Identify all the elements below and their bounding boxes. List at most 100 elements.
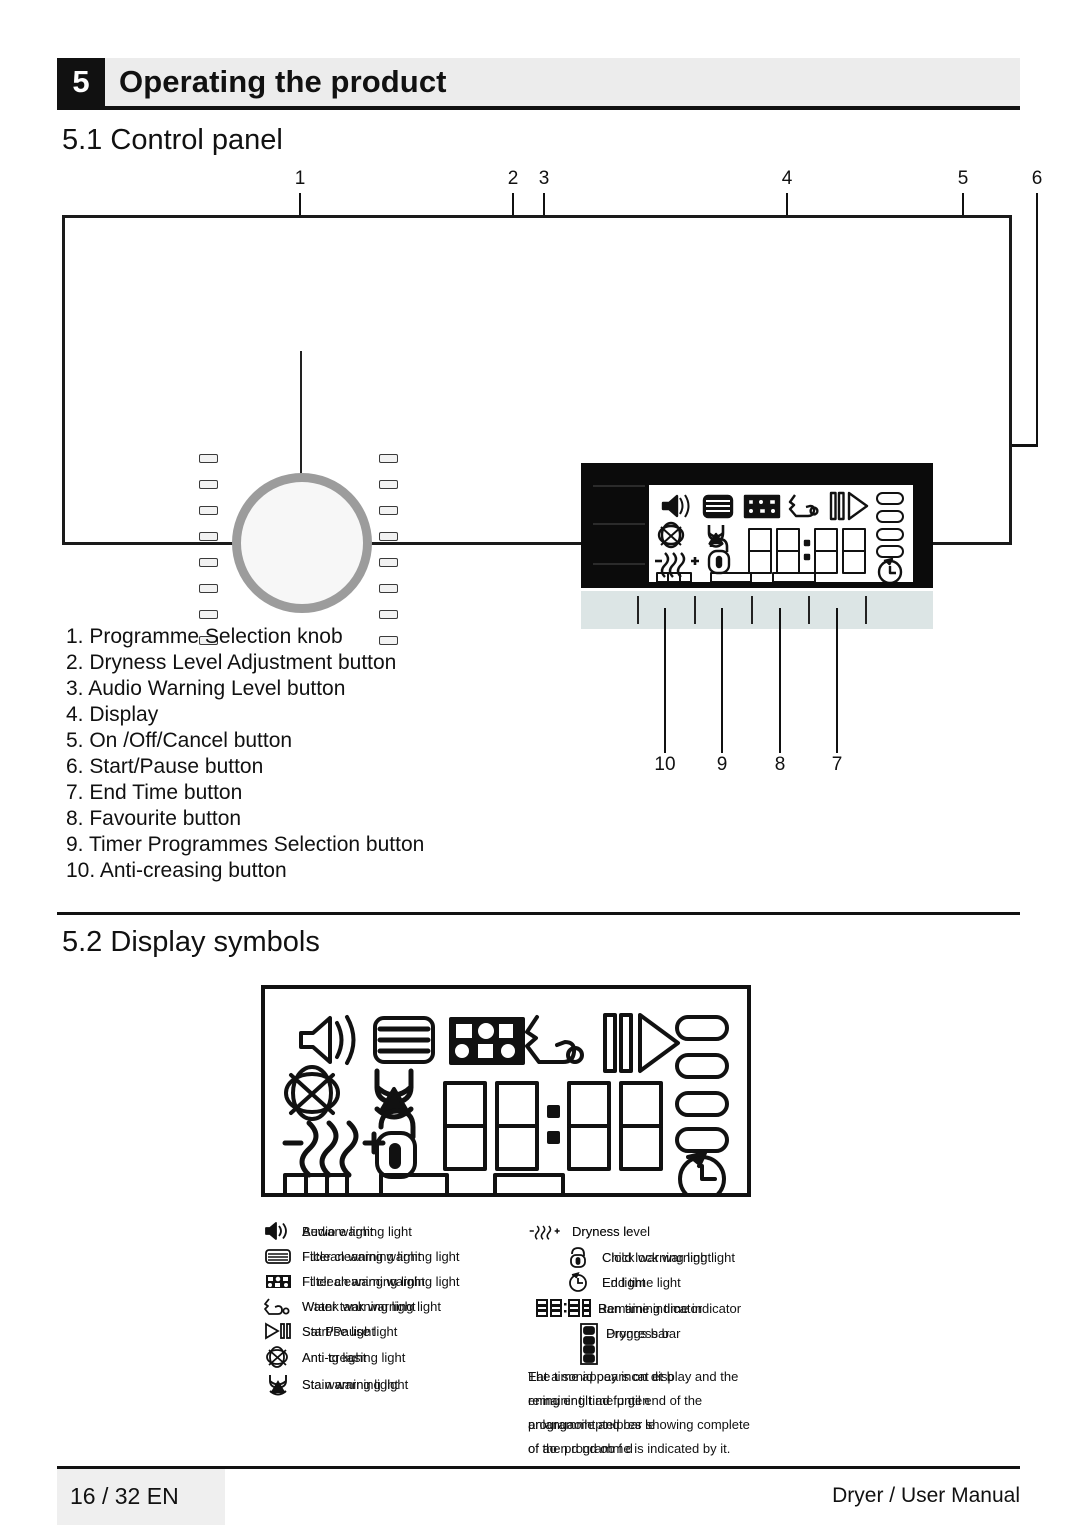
leader-line-7: [836, 608, 838, 753]
button-separator-2: [694, 596, 696, 624]
legend-note-line: The time appears on display and the Eat a…: [528, 1369, 739, 1384]
display-screen-glyphs: [655, 491, 904, 582]
legend-note-overprint: anlangaoihtptelpres le: [528, 1417, 656, 1432]
legend-item-audio-warning: Audio warning light Beware light: [258, 1218, 412, 1244]
section-heading-display-symbols: 5.2 Display symbols: [62, 926, 320, 958]
dryness-level-icon: [282, 1120, 386, 1178]
legend-overprint: Sat Pse light: [302, 1323, 375, 1339]
legend-note-overprint: ening er tilt ad fp gen: [528, 1393, 650, 1408]
list-item: 3. Audio Warning Level button: [66, 677, 346, 700]
section-divider: [57, 912, 1020, 915]
knob-led-right-2: [379, 480, 398, 489]
knob-led-right-4: [379, 532, 398, 541]
legend-label: Anti-creasing light Anti tg light: [302, 1349, 406, 1365]
lock-icon: [558, 1244, 598, 1270]
knob-led-right-6: [379, 584, 398, 593]
legend-item-end-time: End time light Ed light: [558, 1269, 681, 1295]
knob-led-right-1: [379, 454, 398, 463]
anti-creasing-icon: [284, 1065, 340, 1121]
legend-item-anti-creasing: Anti-creasing light Anti tg light: [258, 1344, 405, 1370]
legend-overprint: Ed light: [602, 1274, 646, 1290]
legend-label: Dryness level Dryness le: [572, 1223, 651, 1239]
leader-line-8: [779, 608, 781, 753]
filter-warning-icon: [258, 1243, 298, 1269]
speaker-warning-icon: [258, 1218, 298, 1244]
leader-line-6-vert: [1036, 193, 1038, 446]
legend-note-line: remaining time until end of the ening er …: [528, 1393, 703, 1408]
legend-overprint: Wtank warning light: [302, 1298, 416, 1314]
water-tank-icon: [525, 1015, 584, 1064]
callout-label-4: 4: [781, 168, 793, 189]
legend-label: Water tank warning light Wtank warning li…: [302, 1298, 441, 1314]
legend-overprint: Anti tg light: [302, 1349, 367, 1365]
legend-label: Remaining time indicator Ban time indicat…: [598, 1300, 742, 1316]
callout-label-2: 2: [507, 168, 519, 189]
filter-icon: [373, 1016, 435, 1064]
chapter-header: 5 Operating the product: [57, 58, 1020, 106]
list-item: 10. Anti-creasing button: [66, 859, 287, 882]
footer-product-label: Dryer / User Manual: [832, 1484, 1020, 1507]
legend-note-overprint: of ao n d nd ob f d: [528, 1441, 633, 1456]
start-pause-icon: [603, 1013, 680, 1073]
legend-item-dryness-level: Dryness level Dryness le: [528, 1218, 650, 1244]
legend-item-water-tank-warning: Water tank warning light Wtank warning li…: [258, 1293, 441, 1319]
list-item: 1. Programme Selection knob: [66, 625, 343, 648]
control-panel-item-list: 1. Programme Selection knob 2. Dryness L…: [66, 624, 686, 884]
legend-note-overprint: Eat a sonid pay incat et b: [528, 1369, 674, 1384]
progress-bar-icon: [283, 1173, 565, 1193]
control-panel-figure: 1 2 3 4 5 6 10 9 8 7: [57, 168, 1042, 775]
legend-label: Start/Pause light Sat Pse light: [302, 1323, 398, 1339]
speaker-icon: [299, 1015, 356, 1065]
legend-item-child-lock: Child lock warning light Clock warning li…: [558, 1244, 735, 1270]
callout-label-8: 8: [774, 754, 786, 775]
legend-overprint: Ftclean warning light: [302, 1248, 422, 1264]
callout-label-3: 3: [538, 168, 550, 189]
button-separator-4: [808, 596, 810, 624]
legend-item-mesh-filter-warning: Filter cleaning warning light Ft clean wa…: [258, 1268, 460, 1294]
legend-label: End time light Ed light: [602, 1274, 681, 1290]
legend-label: Filter cleaning warning light Ftclean war…: [302, 1248, 460, 1264]
knob-led-left-7: [199, 610, 218, 619]
footer-page-number: 16 / 32 EN: [70, 1483, 179, 1509]
digit-display-icon: [532, 1295, 594, 1321]
legend-overprint: Dryngs bar: [606, 1326, 670, 1341]
legend-overprint: Beware light: [302, 1223, 374, 1239]
callout-label-5: 5: [957, 168, 969, 189]
programme-selection-knob[interactable]: [232, 473, 372, 613]
legend-item-remaining-time: Remaining time indicator Ban time indicat…: [532, 1295, 741, 1321]
list-item: 4. Display: [66, 703, 159, 726]
legend-overprint: Dryness le: [572, 1223, 634, 1239]
legend-note-line: of the programme is indicated by it. of a…: [528, 1441, 731, 1456]
display-symbols-legend: Audio warning light Beware light Filter c…: [0, 1212, 1080, 1462]
callout-label-6: 6: [1031, 168, 1043, 189]
legend-overprint: Sta warning light: [302, 1376, 399, 1392]
knob-led-right-7: [379, 610, 398, 619]
water-tank-warning-icon: [258, 1293, 298, 1319]
list-item: 5. On /Off/Cancel button: [66, 729, 293, 752]
callout-label-7: 7: [831, 754, 843, 775]
display-tick-2: [593, 523, 645, 525]
knob-led-right-3: [379, 506, 398, 515]
filter-mesh-warning-icon: [258, 1268, 298, 1294]
legend-note-line: programme and bar showing complete anlang…: [528, 1417, 750, 1432]
list-item: 8. Favourite button: [66, 807, 242, 830]
legend-item-start-pause: Start/Pause light Sat Pse light: [258, 1318, 397, 1344]
end-time-icon: [558, 1269, 598, 1295]
legend-label: Audio warning light Beware light: [302, 1223, 412, 1239]
display-symbols-figure: [261, 985, 751, 1197]
dryness-level-icon: [528, 1218, 568, 1244]
knob-led-left-2: [199, 480, 218, 489]
status-pill-icons: [675, 1015, 729, 1153]
list-item: 9. Timer Programmes Selection button: [66, 833, 425, 856]
start-pause-icon: [258, 1318, 298, 1344]
knob-led-left-5: [199, 558, 218, 567]
list-item: 6. Start/Pause button: [66, 755, 264, 778]
legend-overprint: Clock warning light: [602, 1249, 712, 1265]
display-tick-3: [593, 563, 645, 565]
callout-label-9: 9: [716, 754, 728, 775]
legend-overprint: Ft clean warning light: [302, 1273, 425, 1289]
progress-bar-icon: [576, 1322, 602, 1366]
button-separator-3: [751, 596, 753, 624]
anti-creasing-icon: [258, 1344, 298, 1370]
legend-item-progress-bar: Progress bar Dryngs bar: [576, 1322, 680, 1366]
